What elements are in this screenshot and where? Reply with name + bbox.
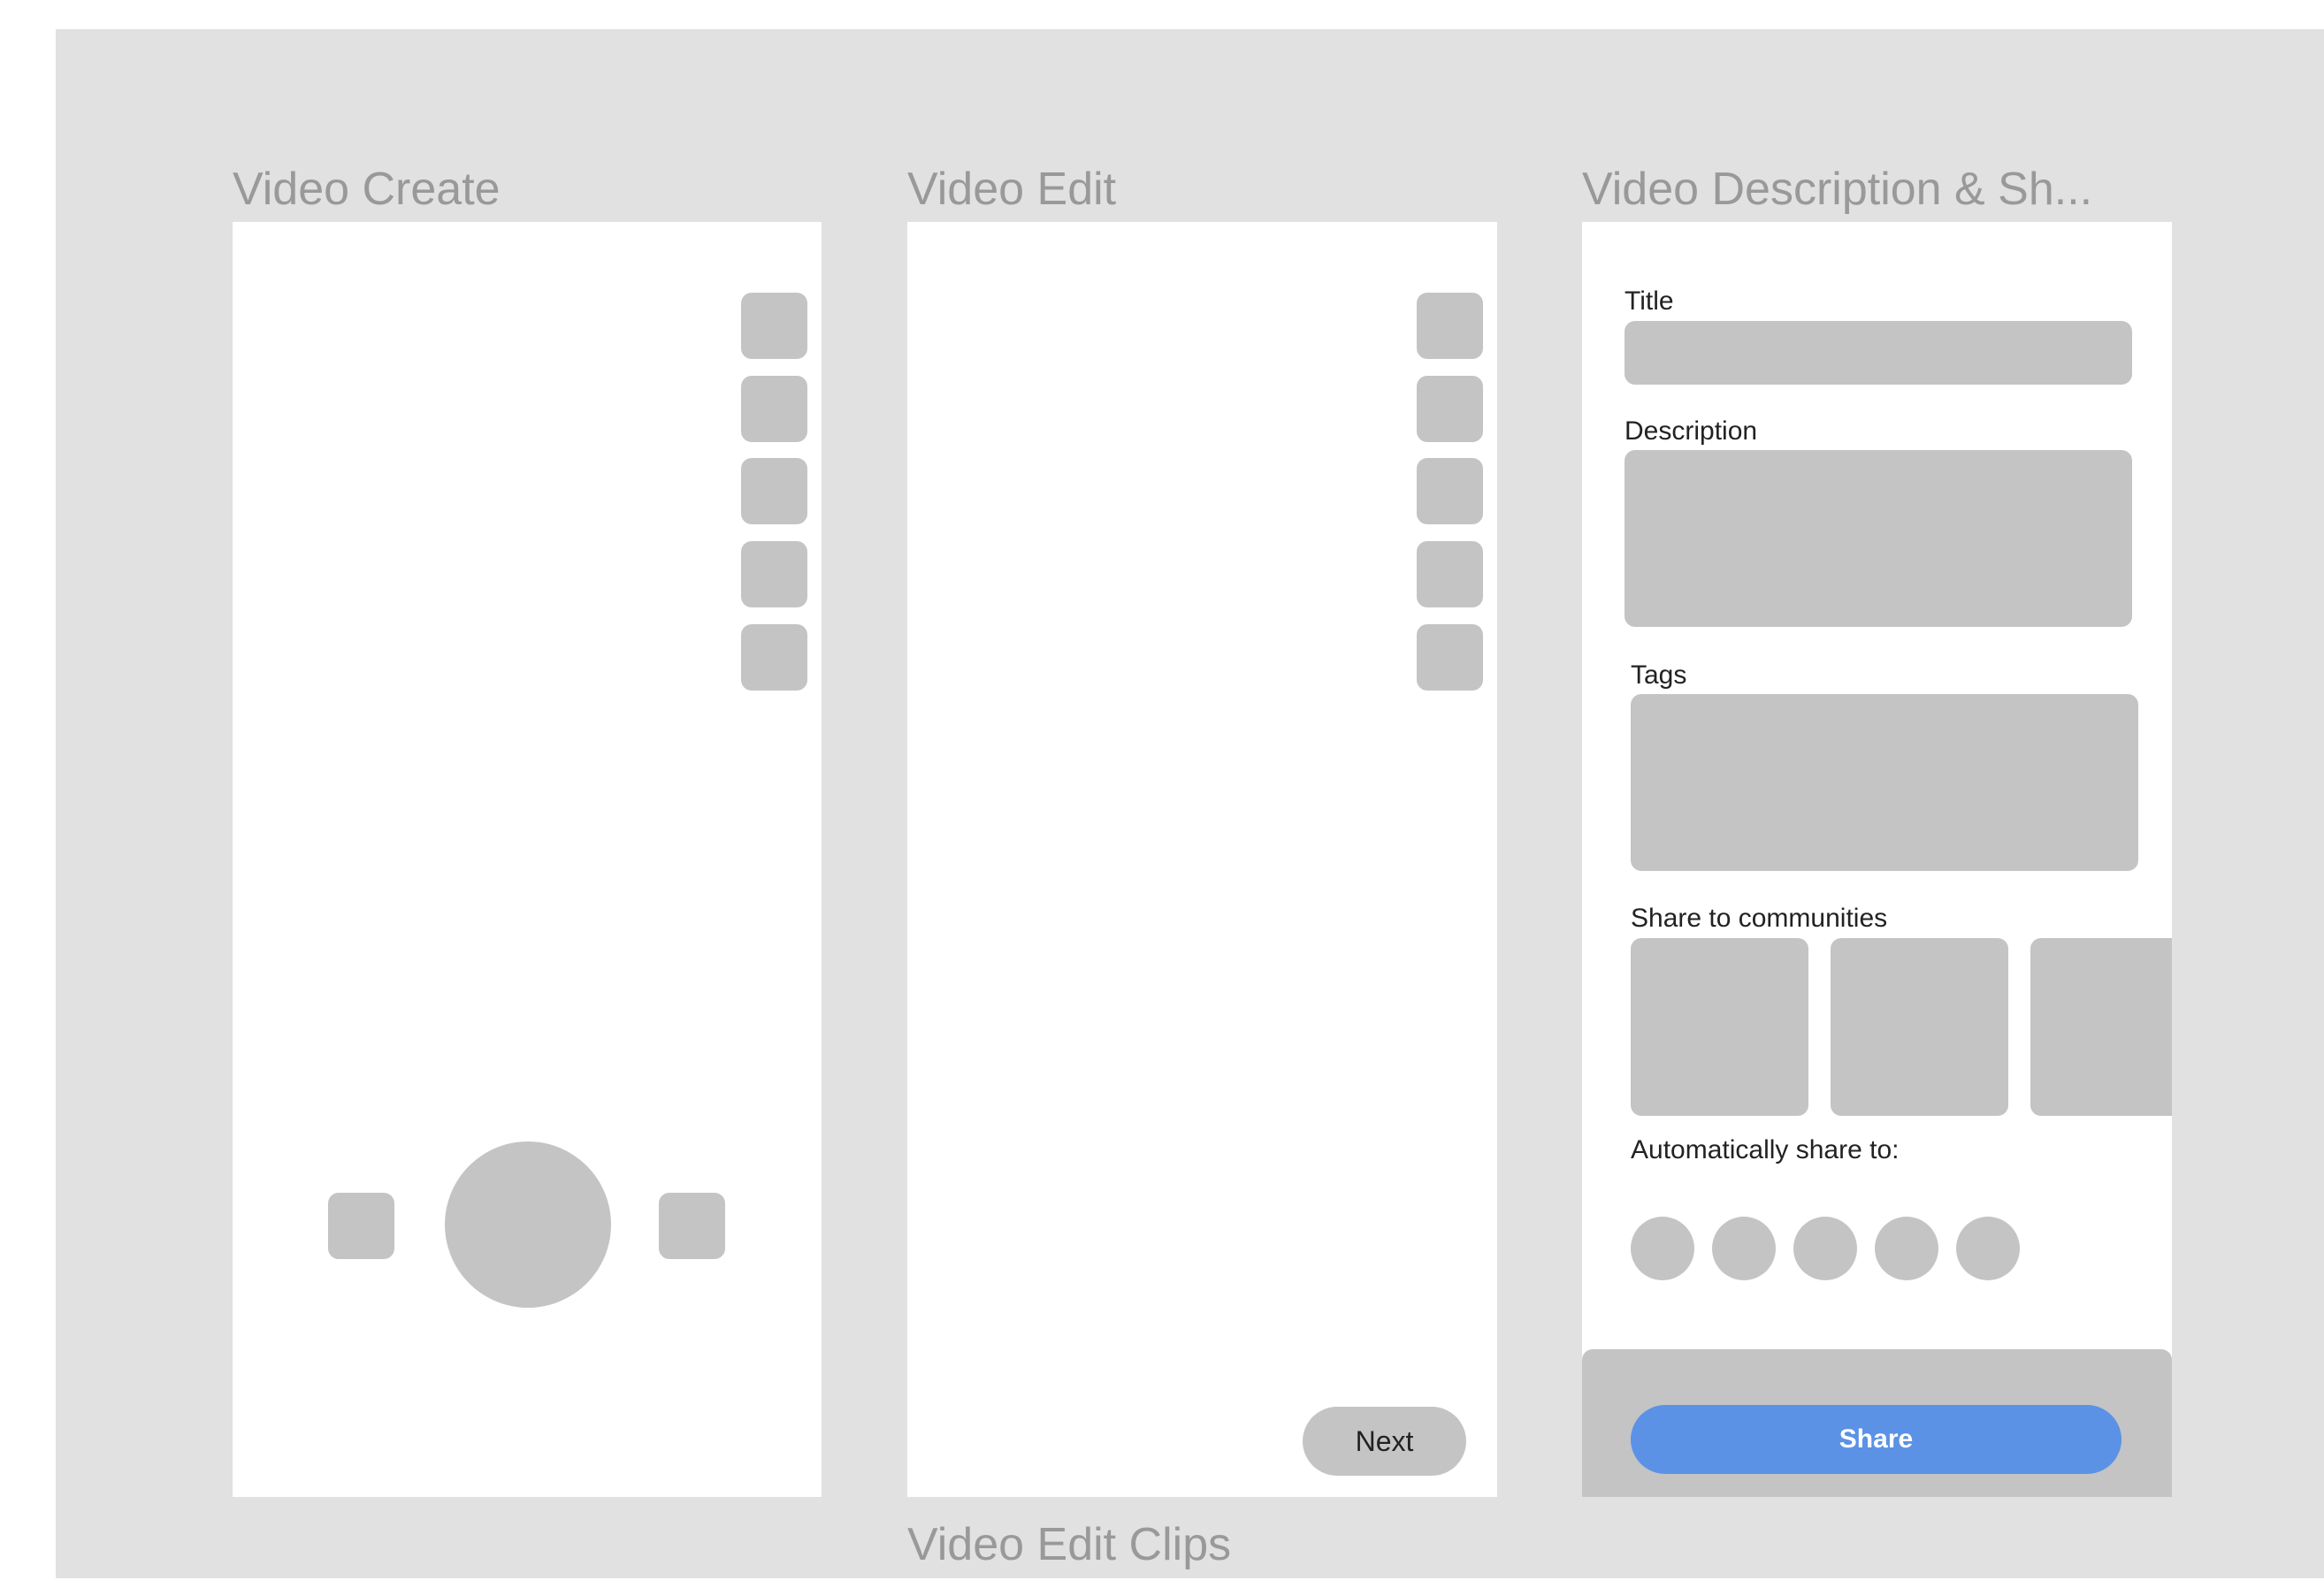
frame-video-edit: Next	[907, 222, 1497, 1497]
tags-label: Tags	[1631, 660, 1687, 690]
title-input[interactable]	[1625, 321, 2132, 385]
record-button[interactable]	[445, 1141, 611, 1308]
frame-title-video-edit: Video Edit	[907, 164, 1117, 215]
frame-title-video-edit-clips: Video Edit Clips	[907, 1519, 1232, 1570]
tool-button[interactable]	[741, 541, 807, 607]
tool-button[interactable]	[741, 458, 807, 524]
frame-video-create	[233, 222, 822, 1497]
share-communities-label: Share to communities	[1631, 904, 1888, 933]
frame-title-video-description: Video Description & Sh...	[1582, 164, 2093, 215]
edit-tool-button[interactable]	[1417, 541, 1483, 607]
edit-tool-button[interactable]	[1417, 293, 1483, 359]
community-card[interactable]	[1831, 938, 2008, 1116]
social-share-toggle[interactable]	[1956, 1217, 2020, 1280]
frame-video-description: Title Description Tags Share to communit…	[1582, 222, 2172, 1497]
edit-tool-button[interactable]	[1417, 376, 1483, 442]
social-share-toggle[interactable]	[1712, 1217, 1776, 1280]
auto-share-label: Automatically share to:	[1631, 1135, 1900, 1164]
community-card[interactable]	[1631, 938, 1808, 1116]
tool-button[interactable]	[741, 293, 807, 359]
next-button[interactable]: Next	[1303, 1407, 1466, 1476]
gallery-button[interactable]	[328, 1193, 394, 1259]
flip-camera-button[interactable]	[659, 1193, 725, 1259]
community-card[interactable]	[2030, 938, 2172, 1116]
description-label: Description	[1625, 416, 1758, 446]
share-button[interactable]: Share	[1631, 1405, 2121, 1474]
edit-tool-button[interactable]	[1417, 624, 1483, 691]
frame-title-video-create: Video Create	[233, 164, 501, 215]
description-input[interactable]	[1625, 450, 2132, 627]
design-canvas: Video Create Video Edit Next Video Edit …	[56, 29, 2324, 1578]
tool-button[interactable]	[741, 624, 807, 691]
social-share-toggle[interactable]	[1631, 1217, 1694, 1280]
social-share-toggle[interactable]	[1875, 1217, 1938, 1280]
tool-button[interactable]	[741, 376, 807, 442]
tags-input[interactable]	[1631, 694, 2138, 871]
social-share-toggle[interactable]	[1793, 1217, 1857, 1280]
title-label: Title	[1625, 286, 1674, 316]
edit-tool-button[interactable]	[1417, 458, 1483, 524]
